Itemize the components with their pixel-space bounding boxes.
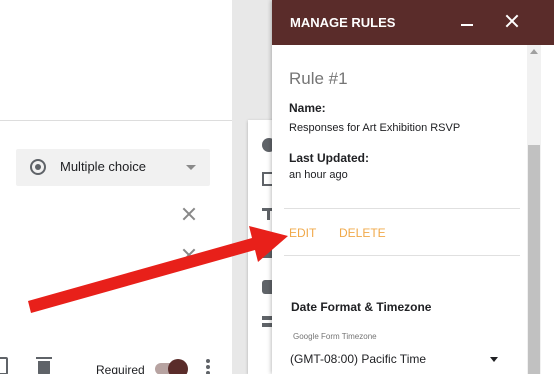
required-toggle-knob[interactable] xyxy=(168,359,188,374)
scroll-up-icon[interactable] xyxy=(530,49,538,54)
question-card: Multiple choice Required xyxy=(0,120,232,374)
form-canvas xyxy=(0,0,232,120)
timezone-value: (GMT-08:00) Pacific Time xyxy=(290,352,427,366)
copy-icon[interactable] xyxy=(0,357,8,374)
scrollbar-thumb[interactable] xyxy=(528,145,540,374)
last-updated-value: an hour ago xyxy=(289,169,348,181)
edit-button[interactable]: EDIT xyxy=(289,226,316,240)
remove-option-icon[interactable] xyxy=(182,207,196,221)
divider xyxy=(284,208,520,209)
close-icon[interactable] xyxy=(505,14,519,28)
remove-option-icon[interactable] xyxy=(182,248,196,262)
minimize-icon[interactable] xyxy=(461,24,473,26)
caret-down-icon xyxy=(490,357,498,362)
caret-down-icon xyxy=(186,165,196,170)
date-format-section-title: Date Format & Timezone xyxy=(291,300,432,314)
panel-scrollbar[interactable] xyxy=(527,45,541,374)
delete-button[interactable]: DELETE xyxy=(339,226,386,240)
radio-icon xyxy=(30,159,46,175)
required-label: Required xyxy=(96,363,145,374)
trash-icon[interactable] xyxy=(36,357,52,374)
panel-title: MANAGE RULES xyxy=(290,15,396,30)
kebab-icon[interactable] xyxy=(206,359,210,374)
question-type-dropdown[interactable]: Multiple choice xyxy=(16,149,210,186)
panel-body: Rule #1 Name: Responses for Art Exhibiti… xyxy=(272,45,554,374)
rule-heading: Rule #1 xyxy=(289,69,348,88)
last-updated-label: Last Updated: xyxy=(289,151,370,165)
name-label: Name: xyxy=(289,101,326,115)
timezone-select[interactable]: (GMT-08:00) Pacific Time xyxy=(290,348,502,370)
name-value: Responses for Art Exhibition RSVP xyxy=(289,122,461,134)
manage-rules-panel: MANAGE RULES Rule #1 Name: Responses for… xyxy=(272,0,554,374)
timezone-caption: Google Form Timezone xyxy=(293,332,377,341)
question-type-label: Multiple choice xyxy=(60,159,146,174)
panel-header: MANAGE RULES xyxy=(272,0,554,45)
divider xyxy=(284,255,520,256)
